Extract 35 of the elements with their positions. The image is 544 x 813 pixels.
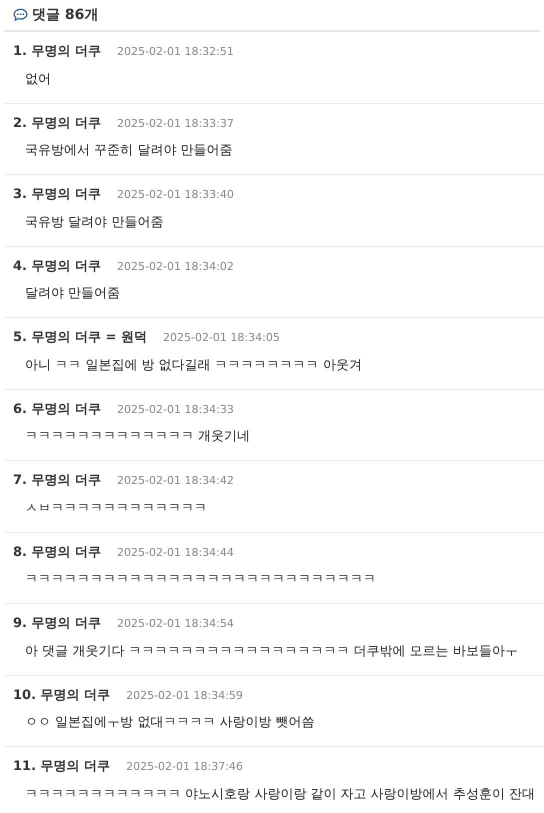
comment-author: 5. 무명의 더쿠 = 원덕 [13,329,147,347]
comment-text: 국유방 달려야 만들어줌 [25,214,164,232]
comment-timestamp: 2025-02-01 18:37:46 [126,759,243,775]
comment-timestamp: 2025-02-01 18:34:44 [117,544,234,560]
comment-timestamp: 2025-02-01 18:34:05 [162,330,280,346]
comment-text: 달려야 만들어줌 [25,285,122,303]
comment-author: 6. 무명의 더쿠 [13,400,102,418]
comment-author: 1. 무명의 더쿠 [13,43,102,61]
comment-author: 10. 무명의 더쿠 [13,686,110,704]
comment-text: 아니 ㅋㅋ 일본집에 방 없다길래 ㅋㅋㅋㅋㅋㅋㅋㅋ 아웃겨 [25,356,363,374]
comment-text: ㅅㅂㅋㅋㅋㅋㅋㅋㅋㅋㅋㅋㅋㅋ [25,500,208,518]
comment-timestamp: 2025-02-01 18:32:51 [117,44,234,60]
comment-timestamp: 2025-02-01 18:33:37 [117,116,234,132]
comment-author: 4. 무명의 더쿠 [13,258,102,276]
comment-text: ㅋㅋㅋㅋㅋㅋㅋㅋㅋㅋㅋㅋ 야노시호랑 사랑이랑 같이 자고 사랑이방에서 추성훈이 잔대 [25,786,536,804]
comment-text: ㅇㅇ 일본집에ㅜ방 없대ㅋㅋㅋㅋ 사랑이방 뺏어씀 [25,714,316,732]
comments-count-title: 댓글 86개 [32,6,98,24]
comment-author: 9. 무명의 더쿠 [13,615,102,633]
comment-timestamp: 2025-02-01 18:33:40 [117,187,234,203]
comment-text: 국유방에서 꾸준히 달려야 만들어줌 [25,142,234,160]
comment-author: 2. 무명의 더쿠 [13,114,102,132]
comment-timestamp: 2025-02-01 18:34:02 [117,258,234,274]
comment-timestamp: 2025-02-01 18:34:33 [117,402,234,418]
comment-author: 8. 무명의 더쿠 [13,544,102,562]
comment-text: 없어 [25,70,52,88]
comment-text: ㅋㅋㅋㅋㅋㅋㅋㅋㅋㅋㅋㅋㅋ 개웃기네 [25,428,252,446]
comment-timestamp: 2025-02-01 18:34:59 [126,688,243,704]
comment-timestamp: 2025-02-01 18:34:42 [117,473,234,489]
comment-author: 3. 무명의 더쿠 [13,186,102,204]
comment-author: 7. 무명의 더쿠 [13,472,102,490]
speech-bubble-icon [13,8,28,22]
comment-text: 아 댓글 개웃기다 ㅋㅋㅋㅋㅋㅋㅋㅋㅋㅋㅋㅋㅋㅋㅋㅋㅋ 더쿠밖에 모르는 바보들아ㅜ [25,642,519,660]
comment-timestamp: 2025-02-01 18:34:54 [117,616,234,632]
comment-text: ㅋㅋㅋㅋㅋㅋㅋㅋㅋㅋㅋㅋㅋㅋㅋㅋㅋㅋㅋㅋㅋㅋㅋㅋㅋㅋㅋ [25,571,377,589]
comment-author: 11. 무명의 더쿠 [13,758,110,776]
